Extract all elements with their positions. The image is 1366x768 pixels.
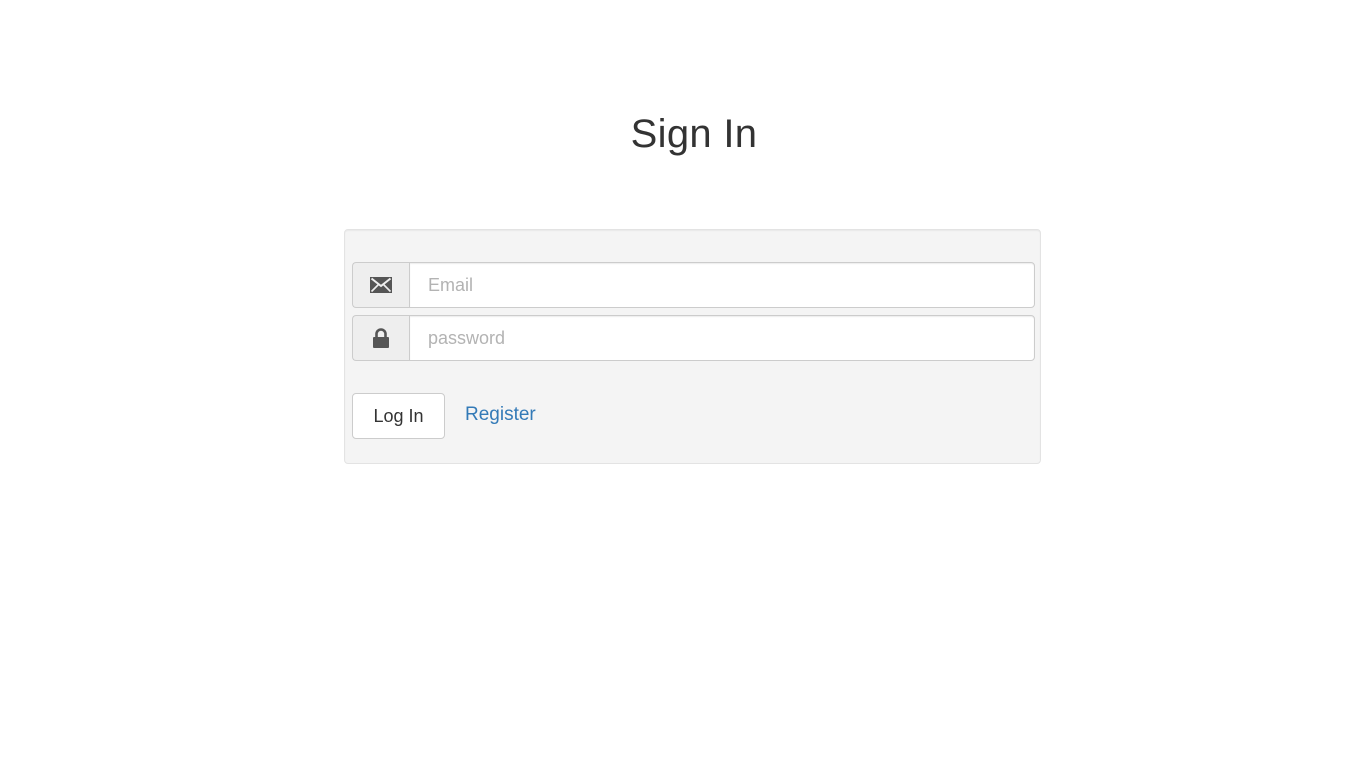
email-addon — [352, 262, 409, 308]
login-panel: Log In Register — [344, 229, 1041, 464]
lock-icon — [373, 327, 389, 348]
sign-in-page: Sign In Log In Register — [0, 0, 1366, 768]
password-input-group — [352, 315, 1035, 361]
email-input-group — [352, 262, 1035, 308]
page-title: Sign In — [630, 112, 758, 156]
email-input[interactable] — [409, 262, 1035, 308]
register-link[interactable]: Register — [465, 404, 536, 426]
password-addon — [352, 315, 409, 361]
log-in-button[interactable]: Log In — [352, 393, 445, 439]
password-input[interactable] — [409, 315, 1035, 361]
envelope-icon — [370, 277, 392, 293]
